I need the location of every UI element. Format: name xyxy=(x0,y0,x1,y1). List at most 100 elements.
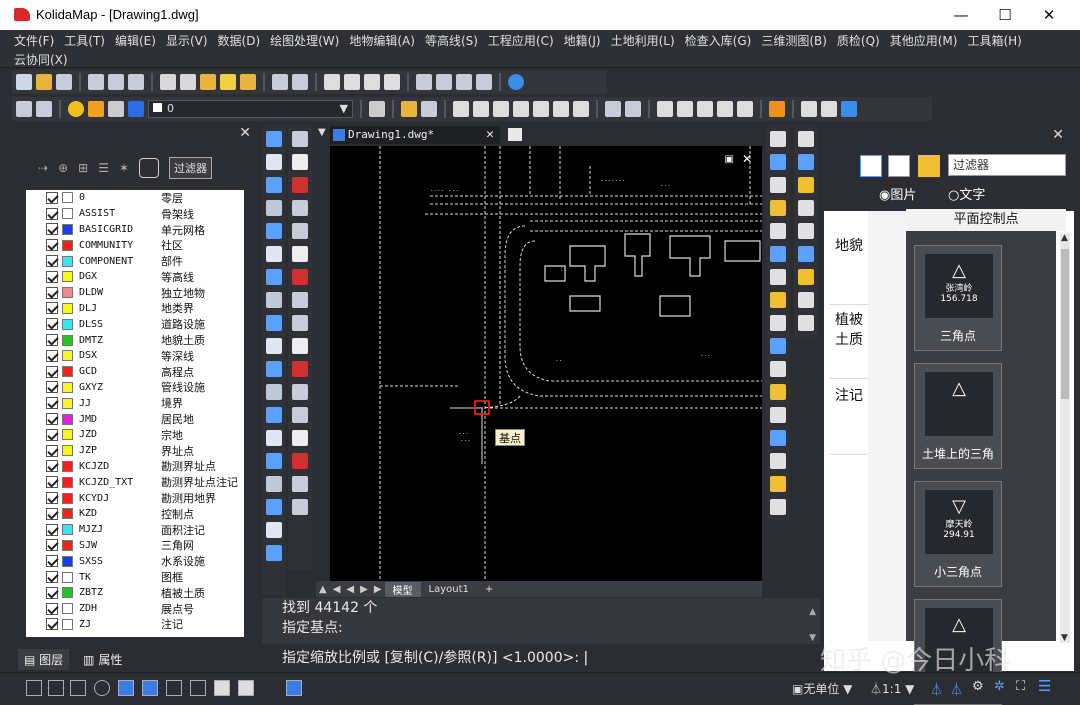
save-icon[interactable] xyxy=(56,74,72,90)
layer-color-swatch[interactable] xyxy=(62,413,73,425)
layer-visible-checkbox[interactable] xyxy=(46,492,58,505)
polar-toggle-icon[interactable] xyxy=(94,680,110,696)
revcloud-icon[interactable] xyxy=(266,292,282,308)
menu-item[interactable]: 工程应用(C) xyxy=(488,32,564,49)
layer-visible-checkbox[interactable] xyxy=(46,397,58,410)
layer-visible-checkbox[interactable] xyxy=(46,365,58,378)
help-icon[interactable] xyxy=(508,74,524,90)
customize-menu-icon[interactable]: ☰ xyxy=(1038,677,1051,695)
frame-icon[interactable] xyxy=(292,338,308,354)
viewport-close-icon[interactable]: ✕ xyxy=(742,152,752,166)
layer-color-swatch[interactable] xyxy=(62,524,73,536)
layer-visible-checkbox[interactable] xyxy=(46,523,58,536)
layer-on-icon[interactable] xyxy=(68,101,84,117)
image-insert-icon[interactable] xyxy=(266,545,282,561)
menu-item[interactable]: 地物编辑(A) xyxy=(349,32,425,49)
layer-color-swatch[interactable] xyxy=(62,223,73,235)
settings-icon[interactable]: ✲ xyxy=(994,679,1005,694)
layer-visible-checkbox[interactable] xyxy=(46,286,58,299)
layer-color-swatch[interactable] xyxy=(62,381,73,393)
layer-row[interactable]: SXSS 水系设施 xyxy=(26,553,244,569)
layer-visible-checkbox[interactable] xyxy=(46,270,58,283)
prev2-layout-icon[interactable]: ◀ xyxy=(343,584,357,595)
snap-toggle-icon[interactable] xyxy=(48,680,64,696)
plot-preview-icon[interactable] xyxy=(108,74,124,90)
layer-filter-button[interactable]: 过滤器 xyxy=(169,157,213,179)
layer-color-swatch[interactable] xyxy=(62,192,73,204)
layer-manager-icon[interactable] xyxy=(16,101,32,117)
zoom-window2-icon[interactable] xyxy=(513,101,529,117)
layer-visible-checkbox[interactable] xyxy=(46,602,58,615)
minimize-button[interactable]: — xyxy=(938,0,984,30)
stretch-icon[interactable] xyxy=(770,315,786,331)
table-icon[interactable] xyxy=(266,522,282,538)
fillet-icon[interactable] xyxy=(770,453,786,469)
block-editor-icon[interactable] xyxy=(240,74,256,90)
menu-item[interactable]: 其他应用(M) xyxy=(890,32,968,49)
menu-item[interactable]: 检查入库(G) xyxy=(685,32,762,49)
menu-item[interactable]: 数据(D) xyxy=(218,32,271,49)
auto-scale-icon[interactable]: ⏃ xyxy=(950,679,963,698)
new-icon[interactable] xyxy=(16,74,32,90)
redo-icon[interactable] xyxy=(292,74,308,90)
array-icon[interactable] xyxy=(770,223,786,239)
dyn-toggle-icon[interactable] xyxy=(190,680,206,696)
layer-match-icon[interactable]: ✶ xyxy=(119,161,129,175)
layer-tree-icon[interactable]: ⊞ xyxy=(78,161,88,175)
break-icon[interactable] xyxy=(770,384,786,400)
join-icon[interactable] xyxy=(770,407,786,423)
erase-tool-icon[interactable] xyxy=(770,131,786,147)
layer-visible-checkbox[interactable] xyxy=(46,191,58,204)
layer-row[interactable]: GCD 高程点 xyxy=(26,364,244,380)
list-icon[interactable] xyxy=(605,101,621,117)
copy-tool-icon[interactable] xyxy=(770,154,786,170)
snap-center-icon[interactable] xyxy=(798,200,814,216)
layer-row[interactable]: DGX 等高线 xyxy=(26,269,244,285)
layer-color-swatch[interactable] xyxy=(62,476,73,488)
scale-icon[interactable] xyxy=(770,292,786,308)
layer-row[interactable]: JZD 宗地 xyxy=(26,427,244,443)
symbol-panel-close-button[interactable]: ✕ xyxy=(1052,127,1064,143)
layer-row[interactable]: JJ 境界 xyxy=(26,395,244,411)
layer-lock-icon[interactable] xyxy=(108,101,124,117)
layer-visible-checkbox[interactable] xyxy=(46,302,58,315)
layer-color-swatch[interactable] xyxy=(62,508,73,520)
snap-quadrant-icon[interactable] xyxy=(798,246,814,262)
menu-item[interactable]: 编辑(E) xyxy=(115,32,166,49)
layer-state-icon[interactable] xyxy=(36,101,52,117)
layer-color-swatch[interactable] xyxy=(62,397,73,409)
zoom-extents-icon[interactable] xyxy=(533,101,549,117)
layer-color-swatch[interactable] xyxy=(62,302,73,314)
fullscreen-icon[interactable]: ⛶ xyxy=(1016,679,1025,694)
menu-item[interactable]: 地籍(J) xyxy=(564,32,611,49)
snap-endpoint-icon[interactable] xyxy=(798,131,814,147)
layer-visible-checkbox[interactable] xyxy=(46,255,58,268)
layer-color-swatch[interactable] xyxy=(62,539,73,551)
rectangle-icon[interactable] xyxy=(266,223,282,239)
scroll-up-icon[interactable]: ▲ xyxy=(809,602,816,622)
layer-color-swatch[interactable] xyxy=(62,571,73,583)
zoom-previous-icon[interactable] xyxy=(384,74,400,90)
trim-tool-icon[interactable] xyxy=(770,338,786,354)
symbol-scrollbar[interactable]: ▲ ▼ xyxy=(1060,233,1070,643)
menu-item[interactable]: 质检(Q) xyxy=(837,32,890,49)
polygon-icon[interactable] xyxy=(266,200,282,216)
layer-visible-checkbox[interactable] xyxy=(46,476,58,489)
search-point-icon[interactable] xyxy=(292,292,308,308)
layer-panel-close-button[interactable]: ✕ xyxy=(239,125,251,141)
tab-properties[interactable]: ▥ 属性 xyxy=(77,649,128,670)
layer-visible-checkbox[interactable] xyxy=(46,555,58,568)
split-icon[interactable] xyxy=(292,499,308,515)
menu-item[interactable]: 显示(V) xyxy=(166,32,218,49)
layer-visible-checkbox[interactable] xyxy=(46,381,58,394)
layer-row[interactable]: JMD 居民地 xyxy=(26,411,244,427)
layer-visible-checkbox[interactable] xyxy=(46,507,58,520)
layer-color-swatch[interactable] xyxy=(62,287,73,299)
drawing-canvas[interactable]: .... ... ....... ... :: ... ... ... .. 基… xyxy=(330,146,762,582)
layer-row[interactable]: DLDW 独立地物 xyxy=(26,285,244,301)
snap-intersection-icon[interactable] xyxy=(798,177,814,193)
radio-text[interactable]: ○文字 xyxy=(948,184,985,203)
trim-icon[interactable] xyxy=(717,101,733,117)
mirror-icon[interactable] xyxy=(770,177,786,193)
open-icon[interactable] xyxy=(36,74,52,90)
